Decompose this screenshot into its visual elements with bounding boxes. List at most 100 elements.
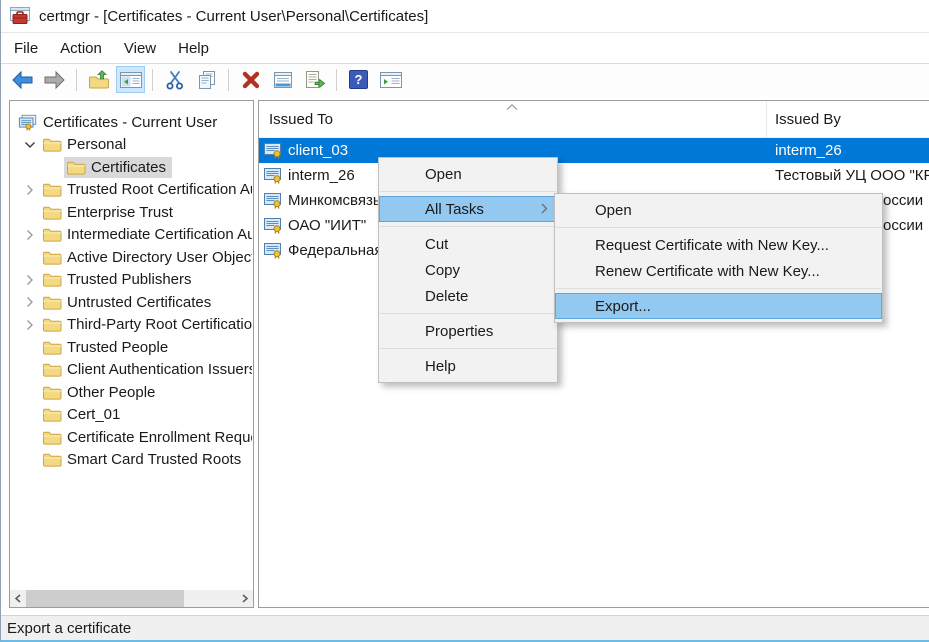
tree-item-label: Smart Card Trusted Roots	[67, 451, 241, 468]
tree-item-certificates[interactable]: Certificates	[11, 156, 252, 179]
tree-node: Active Directory User Object	[40, 247, 252, 268]
toolbar-separator	[228, 69, 229, 91]
tree-item-smart-card-trusted-roots[interactable]: Smart Card Trusted Roots	[11, 449, 252, 472]
mmc-app-icon	[9, 6, 31, 26]
menu-item-cut[interactable]: Cut	[379, 231, 557, 257]
certificate-row-interm-26[interactable]: interm_26 Тестовый УЦ ООО "КРИ	[259, 163, 929, 188]
cut-icon	[165, 70, 185, 90]
column-header-issued-by[interactable]: Issued By	[767, 101, 929, 137]
menu-item-open[interactable]: Open	[555, 197, 882, 223]
menu-item-open[interactable]: Open	[379, 161, 557, 187]
folder-icon	[42, 294, 62, 311]
tree-item-label: Trusted People	[67, 339, 168, 356]
menu-item-label: Export...	[595, 298, 651, 315]
chevron-collapsed-icon[interactable]	[20, 319, 40, 331]
cut-button[interactable]	[160, 66, 189, 93]
tree-item-label: Trusted Root Certification Aut	[67, 181, 252, 198]
tree-node: Trusted Publishers	[40, 269, 198, 290]
tree-item-label: Intermediate Certification Aut	[67, 226, 252, 243]
tree-item-third-party-root-certification[interactable]: Third-Party Root Certification	[11, 314, 252, 337]
tree: Certificates - Current UserPersonalCerti…	[11, 102, 252, 588]
properties-button[interactable]	[268, 66, 297, 93]
tree-item-trusted-publishers[interactable]: Trusted Publishers	[11, 269, 252, 292]
sort-ascending-icon	[506, 104, 518, 110]
tree-item-cert-01[interactable]: Cert_01	[11, 404, 252, 427]
forward-button[interactable]	[40, 66, 69, 93]
tree-item-untrusted-certificates[interactable]: Untrusted Certificates	[11, 291, 252, 314]
menu-item-delete[interactable]: Delete	[379, 283, 557, 309]
column-label-issued-by: Issued By	[775, 111, 841, 128]
help-button[interactable]: ?	[344, 66, 373, 93]
tree-horizontal-scrollbar[interactable]	[10, 590, 253, 607]
menu-item-copy[interactable]: Copy	[379, 257, 557, 283]
chevron-collapsed-icon[interactable]	[20, 274, 40, 286]
up-one-level-icon	[88, 70, 110, 90]
tree-item-trusted-root-certification-aut[interactable]: Trusted Root Certification Aut	[11, 179, 252, 202]
tree-node: Third-Party Root Certification	[40, 314, 252, 335]
menu-item-export[interactable]: Export...	[555, 293, 882, 319]
chevron-collapsed-icon[interactable]	[20, 184, 40, 196]
certificate-row-client-03[interactable]: client_03interm_26	[259, 138, 929, 163]
chevron-expanded-icon[interactable]	[20, 141, 40, 149]
export-list-icon	[304, 70, 326, 90]
scrollbar-thumb[interactable]	[26, 590, 184, 607]
tree-item-enterprise-trust[interactable]: Enterprise Trust	[11, 201, 252, 224]
menu-help[interactable]: Help	[167, 33, 220, 63]
issued-to-text: Минкомсвязь	[288, 192, 381, 209]
menu-item-help[interactable]: Help	[379, 353, 557, 379]
chevron-collapsed-icon[interactable]	[20, 296, 40, 308]
issued-to-text: interm_26	[288, 167, 355, 184]
folder-icon	[42, 226, 62, 243]
tree-item-client-authentication-issuers[interactable]: Client Authentication Issuers	[11, 359, 252, 382]
menu-item-properties[interactable]: Properties	[379, 318, 557, 344]
chevron-collapsed-icon[interactable]	[20, 229, 40, 241]
menu-item-label: All Tasks	[425, 201, 484, 218]
issued-by-cell: Тестовый УЦ ООО "КРИ	[767, 167, 929, 184]
tree-node: Trusted People	[40, 337, 174, 358]
menu-item-renew-certificate-with-new-key[interactable]: Renew Certificate with New Key...	[555, 258, 882, 284]
tree-item-active-directory-user-object[interactable]: Active Directory User Object	[11, 246, 252, 269]
up-one-level-button[interactable]	[84, 66, 113, 93]
show-hide-console-tree-button[interactable]	[116, 66, 145, 93]
scrollbar-track[interactable]	[26, 590, 237, 607]
tree-item-trusted-people[interactable]: Trusted People	[11, 336, 252, 359]
menu-item-all-tasks[interactable]: All Tasks	[379, 196, 557, 222]
tree-item-label: Certificate Enrollment Reques	[67, 429, 252, 446]
properties-icon	[272, 70, 294, 90]
delete-button[interactable]	[236, 66, 265, 93]
folder-icon	[42, 451, 62, 468]
tree-item-other-people[interactable]: Other People	[11, 381, 252, 404]
copy-button[interactable]	[192, 66, 221, 93]
menu-view[interactable]: View	[113, 33, 167, 63]
scroll-right-icon[interactable]	[237, 590, 253, 607]
tree-item-label: Trusted Publishers	[67, 271, 192, 288]
menu-item-request-certificate-with-new-key[interactable]: Request Certificate with New Key...	[555, 232, 882, 258]
certmgr-window: certmgr - [Certificates - Current User\P…	[0, 0, 929, 642]
title-bar: certmgr - [Certificates - Current User\P…	[1, 0, 929, 33]
column-label-issued-to: Issued To	[269, 111, 333, 128]
show-hide-action-pane-icon	[379, 70, 403, 90]
back-button[interactable]	[8, 66, 37, 93]
tree-item-label: Third-Party Root Certification	[67, 316, 252, 333]
tree-item-personal[interactable]: Personal	[11, 134, 252, 157]
menu-bar: FileActionViewHelp	[1, 33, 929, 64]
tree-item-label: Certificates - Current User	[43, 114, 217, 131]
export-list-button[interactable]	[300, 66, 329, 93]
menu-separator	[556, 288, 881, 289]
tree-item-label: Cert_01	[67, 406, 120, 423]
show-hide-console-tree-icon	[119, 70, 143, 90]
menu-action[interactable]: Action	[49, 33, 113, 63]
menu-item-label: Request Certificate with New Key...	[595, 237, 829, 254]
column-header-issued-to[interactable]: Issued To	[259, 101, 767, 137]
tree-item-intermediate-certification-aut[interactable]: Intermediate Certification Aut	[11, 224, 252, 247]
menu-file[interactable]: File	[3, 33, 49, 63]
folder-icon	[42, 181, 62, 198]
issued-by-cell: interm_26	[767, 142, 929, 159]
context-menu: Open All Tasks CutCopyDelete Properties Help	[378, 157, 558, 383]
scroll-left-icon[interactable]	[10, 590, 26, 607]
show-hide-action-pane-button[interactable]	[376, 66, 405, 93]
tree-item-label: Untrusted Certificates	[67, 294, 211, 311]
tree-item-certificates-current-user[interactable]: Certificates - Current User	[11, 111, 252, 134]
tree-item-certificate-enrollment-reques[interactable]: Certificate Enrollment Reques	[11, 426, 252, 449]
issued-to-text: Федеральная	[288, 242, 383, 259]
